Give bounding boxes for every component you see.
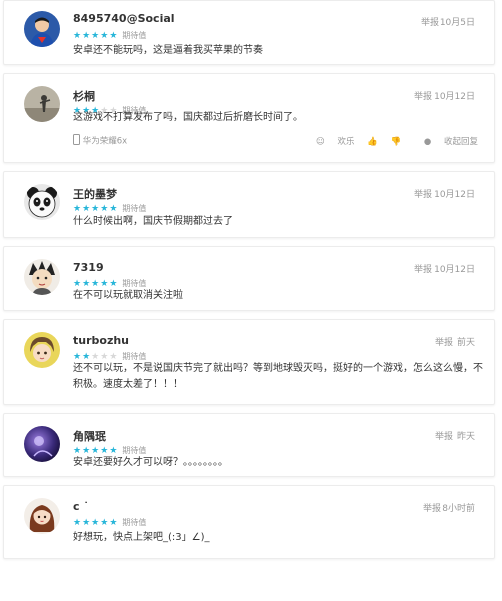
username[interactable]: 8495740@Social <box>73 12 175 25</box>
rating-label: 期待值 <box>122 204 147 213</box>
phone-icon <box>73 134 80 148</box>
rating-label: 期待值 <box>122 31 147 40</box>
rating-label: 期待值 <box>122 352 147 361</box>
star-icon: ★ <box>73 518 83 528</box>
comment-card: 角隅珉 ★★★★★ 期待值 举报 昨天 安卓还要好久才可以呀？。。。。。。。。 <box>3 413 495 477</box>
device-name: 华为荣耀6x <box>82 136 128 147</box>
star-rating: ★★★★★ 期待值 <box>73 30 146 41</box>
comment-card: 杉桐 ★★★★★ 期待值 举报 10月12日 这游戏不打算发布了吗，国庆都过后折磨… <box>3 73 495 163</box>
smile-icon: ☺ <box>315 137 325 147</box>
girl-avatar[interactable] <box>24 498 60 534</box>
star-icon: ★ <box>91 518 101 528</box>
comment-text: 好想玩，快点上架吧_(:3」∠)_ <box>73 532 210 543</box>
report-button[interactable]: 举报 <box>414 89 432 102</box>
star-icon: ★ <box>100 204 110 214</box>
star-icon: ★ <box>100 518 110 528</box>
comment-date: 10月12日 <box>434 265 475 275</box>
rating-label: 期待值 <box>122 518 147 527</box>
report-button[interactable]: 举报 <box>435 335 453 348</box>
comment-text: 安卓还要好久才可以呀？。。。。。。。。 <box>73 457 228 468</box>
comment-text: 安卓还不能玩吗，这是逼着我买苹果的节奏 <box>73 45 263 56</box>
silhouette-avatar[interactable] <box>24 86 60 122</box>
report-button[interactable]: 举报 <box>414 187 432 200</box>
star-icon: ★ <box>82 31 92 41</box>
star-icon: ★ <box>82 204 92 214</box>
report-button[interactable]: 举报 <box>435 429 453 442</box>
star-icon: ★ <box>109 518 119 528</box>
comment-text: 这游戏不打算发布了吗，国庆都过后折磨长时间了。 <box>73 112 303 123</box>
comment-date: 昨天 <box>456 432 475 442</box>
star-icon: ★ <box>91 31 101 41</box>
comment-card: 8495740@Social ★★★★★ 期待值 举报 10月5日 安卓还不能玩吗… <box>3 0 495 65</box>
report-button[interactable]: 举报 <box>414 262 432 275</box>
comment-date: 前天 <box>456 338 475 348</box>
username[interactable]: c ˙ <box>73 500 89 513</box>
star-icon: ★ <box>73 204 83 214</box>
device-info: 华为荣耀6x <box>73 134 127 148</box>
comment-text: 在不可以玩就取消关注啦 <box>73 290 183 301</box>
report-button[interactable]: 举报 <box>421 15 439 28</box>
username[interactable]: turbozhu <box>73 334 129 347</box>
comment-card: 7319 ★★★★★ 期待值 举报 10月12日 在不可以玩就取消关注啦 <box>3 246 495 311</box>
comment-date: 10月12日 <box>434 92 475 102</box>
report-button[interactable]: 举报 <box>423 501 441 514</box>
thumbs-down-icon[interactable]: 👎 <box>391 137 402 147</box>
comment-feed: 8495740@Social ★★★★★ 期待值 举报 10月5日 安卓还不能玩吗… <box>0 0 502 559</box>
star-icon: ★ <box>109 204 119 214</box>
collapse-replies-button[interactable]: ● 收起回复 <box>414 137 478 147</box>
comment-text: 什么时候出啊，国庆节假期都过去了 <box>73 216 233 227</box>
username[interactable]: 王的墨梦 <box>73 186 117 202</box>
panda-avatar[interactable] <box>24 184 60 220</box>
rating-label: 期待值 <box>122 446 147 455</box>
comment-date: 10月12日 <box>434 190 475 200</box>
star-icon: ★ <box>100 31 110 41</box>
star-icon: ★ <box>82 518 92 528</box>
comment-icon: ● <box>423 137 432 147</box>
username[interactable]: 7319 <box>73 261 104 274</box>
anime-avatar[interactable] <box>24 332 60 368</box>
comment-actions: ☺ 欢乐 👍 👎 ● 收起回复 <box>296 135 478 147</box>
comment-card: turbozhu ★★★★★ 期待值 举报 前天 还不可以玩，不是说国庆节完了就出… <box>3 319 495 405</box>
purple-avatar[interactable] <box>24 426 60 462</box>
rating-label: 期待值 <box>122 279 147 288</box>
star-icon: ★ <box>73 31 83 41</box>
comment-date: 8小时前 <box>442 504 475 514</box>
comment-date: 10月5日 <box>439 18 475 28</box>
comment-card: c ˙ ★★★★★ 期待值 举报 8小时前 好想玩，快点上架吧_(:3」∠)_ <box>3 485 495 559</box>
username[interactable]: 杉桐 <box>73 88 95 104</box>
comment-card: 王的墨梦 ★★★★★ 期待值 举报 10月12日 什么时候出啊，国庆节假期都过去了 <box>3 171 495 238</box>
emoji-button[interactable]: ☺ 欢乐 <box>306 137 355 147</box>
username[interactable]: 角隅珉 <box>73 428 106 444</box>
star-icon: ★ <box>91 204 101 214</box>
star-icon: ★ <box>109 31 119 41</box>
cartoon-boy-avatar[interactable] <box>24 259 60 295</box>
comment-text: 还不可以玩，不是说国庆节完了就出吗？等到地球毁灭吗，挺好的一个游戏，怎么这么慢，… <box>73 363 483 390</box>
star-rating: ★★★★★ 期待值 <box>73 517 146 528</box>
superman-avatar[interactable] <box>24 11 60 47</box>
star-rating: ★★★★★ 期待值 <box>73 203 146 214</box>
thumbs-up-icon[interactable]: 👍 <box>367 137 378 147</box>
